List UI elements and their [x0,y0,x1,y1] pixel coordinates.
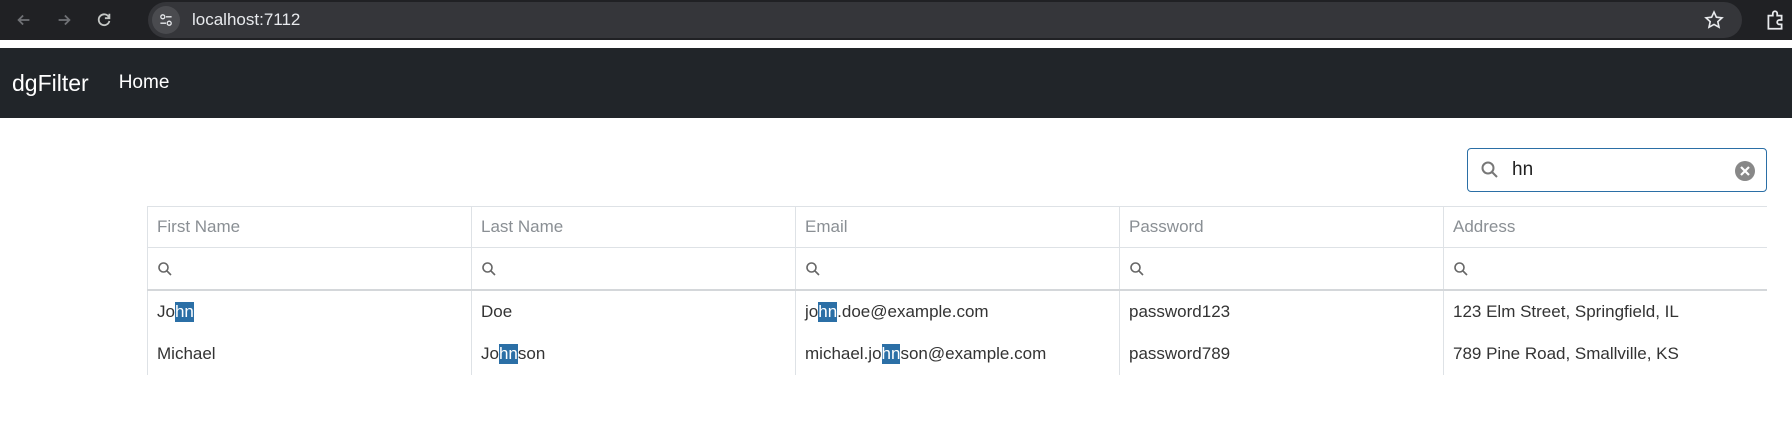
cell-first-name: Jo hn [147,291,471,333]
arrow-right-icon [58,14,71,26]
browser-toolbar: localhost:7112 [0,0,1792,40]
filter-search-icon [1130,261,1144,276]
reload-icon [97,13,111,27]
cell-password: password789 [1119,333,1443,375]
search-highlight: hn [174,302,194,322]
filter-search-icon [482,261,496,276]
arrow-left-icon [17,14,30,26]
column-filter-first-name[interactable] [147,248,471,289]
column-header-email[interactable]: Email [795,207,1119,247]
search-highlight: hn [498,344,518,364]
extensions-icon[interactable] [1764,9,1786,31]
search-highlight: hn [881,344,901,364]
app-navbar: dgFilter Home [0,48,1792,118]
cell-last-name: Jo hn son [471,333,795,375]
cell-address: 123 Elm Street, Springfield, IL [1443,291,1767,333]
url-text: localhost:7112 [192,10,301,29]
bookmark-star-icon[interactable] [1704,10,1724,30]
filter-search-icon [158,261,172,276]
reload-button[interactable] [84,0,124,40]
data-grid: First Name Last Name Email Password Addr… [147,206,1767,375]
column-filter-email[interactable] [795,248,1119,289]
column-header-last-name[interactable]: Last Name [471,207,795,247]
grid-body: Jo hn Doe jo hn .doe@example.com password123 12… [147,291,1767,375]
cell-email: michael.jo hn son@example.com [795,333,1119,375]
nav-home-link[interactable]: Home [119,72,170,94]
column-filter-address[interactable] [1443,248,1767,289]
cell-last-name: Doe [471,291,795,333]
global-search-input[interactable] [1512,159,1712,181]
column-filter-password[interactable] [1119,248,1443,289]
column-header-address[interactable]: Address [1443,207,1767,247]
site-info-icon[interactable] [152,6,180,34]
grid-filter-row [147,248,1767,291]
clear-search-icon[interactable] [1734,160,1756,182]
table-row[interactable]: Jo hn Doe jo hn .doe@example.com password123 12… [147,291,1767,333]
filter-search-icon [1454,261,1468,276]
forward-button[interactable] [44,0,84,40]
cell-first-name: Michael [147,333,471,375]
address-bar[interactable]: localhost:7112 [148,2,1742,38]
search-highlight: hn [818,302,838,322]
column-header-password[interactable]: Password [1119,207,1443,247]
column-header-first-name[interactable]: First Name [147,207,471,247]
filter-search-icon [806,261,820,276]
back-button[interactable] [4,0,44,40]
search-icon [1481,161,1498,178]
cell-password: password123 [1119,291,1443,333]
brand-link[interactable]: dgFilter [12,70,89,97]
column-filter-last-name[interactable] [471,248,795,289]
cell-address: 789 Pine Road, Smallville, KS [1443,333,1767,375]
global-search-box[interactable] [1467,148,1767,192]
table-row[interactable]: Michael Jo hn son michael.jo hn son@example.co… [147,333,1767,375]
grid-header-row: First Name Last Name Email Password Addr… [147,206,1767,248]
cell-email: jo hn .doe@example.com [795,291,1119,333]
